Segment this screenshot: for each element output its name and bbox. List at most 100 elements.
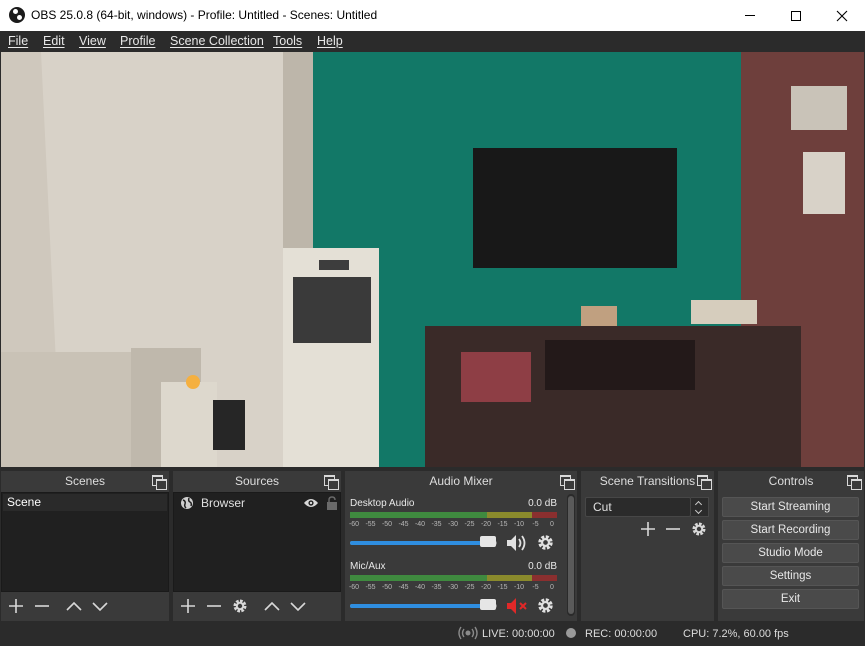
scenes-list: Scene — [1, 492, 169, 592]
undock-icon[interactable] — [697, 475, 712, 490]
start-recording-button[interactable]: Start Recording — [722, 520, 859, 540]
title-bar: OBS 25.0.8 (64-bit, windows) - Profile: … — [0, 0, 865, 31]
remove-source-button[interactable] — [203, 595, 225, 617]
meter-scale-label: -35 — [431, 521, 442, 528]
add-source-button[interactable] — [177, 595, 199, 617]
scene-transitions-dock-title: Scene Transitions — [581, 471, 714, 492]
transition-select-spinner[interactable] — [691, 497, 709, 517]
meter-scale-label: -10 — [513, 521, 525, 528]
meter-scale-label: -40 — [414, 584, 426, 591]
meter-segment — [532, 578, 557, 581]
meter-scale: -60 -55 -50 -45 -40 -35 -30 -25 -20 -15 -10 -5 0 — [349, 521, 559, 530]
visibility-eye-icon[interactable] — [303, 497, 319, 509]
channel-name: Desktop Audio — [350, 498, 415, 509]
meter-scale-label: -45 — [398, 521, 409, 528]
close-button[interactable] — [819, 0, 865, 31]
menu-file[interactable]: File — [8, 34, 28, 48]
maximize-button[interactable] — [773, 0, 819, 31]
add-scene-button[interactable] — [5, 595, 27, 617]
meter-scale-label: -45 — [398, 584, 409, 591]
volume-slider-handle[interactable] — [480, 536, 497, 547]
unlock-icon[interactable] — [326, 496, 338, 510]
volume-meter — [350, 575, 557, 581]
window-title: OBS 25.0.8 (64-bit, windows) - Profile: … — [31, 8, 378, 22]
mixer-scrollbar[interactable] — [567, 494, 575, 616]
volume-slider-handle[interactable] — [480, 599, 497, 610]
meter-scale-label: -15 — [497, 584, 508, 591]
undock-icon[interactable] — [847, 475, 862, 490]
chevron-down-icon — [92, 602, 108, 612]
move-source-down-button[interactable] — [287, 595, 309, 617]
menu-scene-collection[interactable]: Scene Collection — [170, 34, 264, 48]
meter-scale-label: -60 — [348, 521, 360, 528]
audio-mixer-dock-title: Audio Mixer — [345, 471, 577, 492]
meter-scale-label: -30 — [447, 584, 459, 591]
obs-logo-icon — [9, 7, 25, 23]
remove-scene-button[interactable] — [31, 595, 53, 617]
channel-db: 0.0 dB — [528, 561, 557, 572]
sources-dock-title: Sources — [173, 471, 341, 492]
gear-icon[interactable] — [537, 534, 554, 551]
preview-canvas[interactable] — [1, 52, 864, 467]
volume-meter — [350, 512, 557, 518]
controls-dock: Controls Start Streaming Start Recording… — [718, 471, 864, 621]
exit-button[interactable]: Exit — [722, 589, 859, 609]
maximize-icon — [791, 10, 801, 21]
source-properties-button[interactable] — [229, 595, 251, 617]
settings-button[interactable]: Settings — [722, 566, 859, 586]
meter-segment — [486, 578, 533, 581]
speaker-muted-icon[interactable] — [505, 596, 529, 616]
transition-select[interactable]: Cut — [585, 497, 691, 517]
move-scene-up-button[interactable] — [63, 595, 85, 617]
menu-profile[interactable]: Profile — [120, 34, 155, 48]
gear-icon — [692, 522, 706, 536]
mixer-channels: Desktop Audio 0.0 dB -60 -55 -50 -45 -40 -35-… — [345, 492, 577, 619]
menu-tools[interactable]: Tools — [273, 34, 302, 48]
volume-slider[interactable] — [350, 604, 497, 608]
source-label: Browser — [201, 496, 246, 510]
live-broadcast-icon — [458, 626, 478, 640]
start-streaming-button[interactable]: Start Streaming — [722, 497, 859, 517]
meter-scale-label: -15 — [497, 521, 508, 528]
meter-segment — [532, 515, 557, 518]
live-timer: LIVE: 00:00:00 — [482, 628, 555, 640]
meter-scale-label: -50 — [381, 521, 393, 528]
menu-help[interactable]: Help — [317, 34, 343, 48]
meter-segment — [486, 515, 533, 518]
menu-edit[interactable]: Edit — [43, 34, 65, 48]
globe-icon — [181, 497, 193, 509]
move-scene-down-button[interactable] — [89, 595, 111, 617]
remove-transition-button[interactable] — [662, 518, 684, 540]
status-bar: LIVE: 00:00:00 REC: 00:00:00 CPU: 7.2%, … — [0, 622, 865, 646]
meter-scale-label: -20 — [480, 521, 492, 528]
menu-view[interactable]: View — [79, 34, 106, 48]
source-list-item[interactable]: Browser — [175, 494, 339, 513]
chevron-down-icon — [290, 602, 306, 612]
move-source-up-button[interactable] — [261, 595, 283, 617]
scrollbar-thumb[interactable] — [568, 496, 574, 614]
minimize-button[interactable] — [727, 0, 773, 31]
scene-list-item[interactable]: Scene — [3, 494, 167, 511]
studio-mode-button[interactable]: Studio Mode — [722, 543, 859, 563]
meter-scale-label: 0 — [550, 521, 554, 528]
plus-icon — [181, 599, 195, 613]
channel-name: Mic/Aux — [350, 561, 386, 572]
speaker-icon[interactable] — [505, 533, 529, 553]
gear-icon[interactable] — [537, 597, 554, 614]
audio-mixer-dock: Audio Mixer Desktop Audio 0.0 dB -60 -55-… — [345, 471, 577, 621]
undock-icon[interactable] — [152, 475, 167, 490]
transition-properties-button[interactable] — [688, 518, 710, 540]
cpu-fps-readout: CPU: 7.2%, 60.00 fps — [683, 628, 789, 640]
plus-icon — [9, 599, 23, 613]
mixer-channel-mic-aux: Mic/Aux 0.0 dB -60 -55 -50 -45 -40 -35 -30 -25-… — [349, 559, 557, 619]
volume-slider[interactable] — [350, 541, 497, 545]
add-transition-button[interactable] — [637, 518, 659, 540]
menu-bar: File Edit View Profile Scene Collection … — [0, 31, 865, 52]
controls-dock-title: Controls — [718, 471, 864, 492]
meter-scale-label: -25 — [464, 584, 475, 591]
meter-scale-label: 0 — [550, 584, 554, 591]
undock-icon[interactable] — [560, 475, 575, 490]
meter-scale-label: -25 — [464, 521, 475, 528]
meter-scale-label: -60 — [348, 584, 360, 591]
undock-icon[interactable] — [324, 475, 339, 490]
